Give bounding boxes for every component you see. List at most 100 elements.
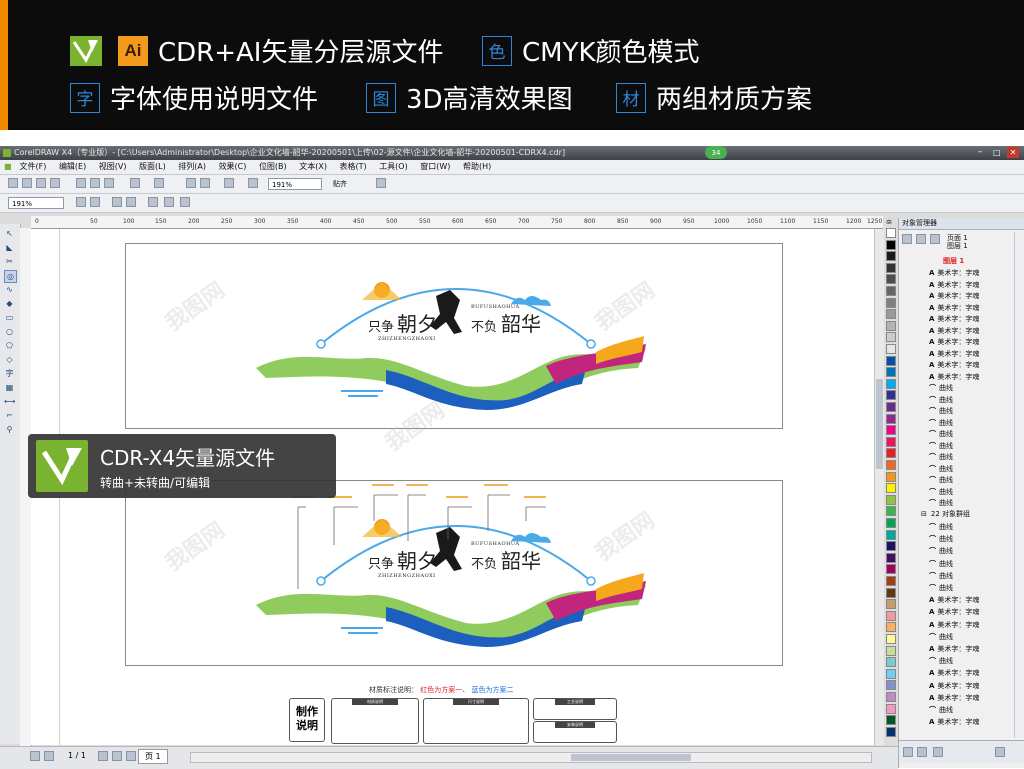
color-swatch[interactable] (886, 297, 896, 308)
object-row[interactable]: ⌒ 曲线 (929, 475, 953, 486)
object-row[interactable]: ⌒ 曲线 (929, 429, 953, 440)
object-row[interactable]: ⌒ 曲线 (929, 418, 953, 429)
polygon-tool-icon[interactable]: ⬠ (4, 340, 15, 351)
open-icon[interactable] (22, 178, 32, 188)
zoom-out-icon[interactable] (90, 197, 100, 207)
color-swatch[interactable] (886, 634, 896, 644)
menu-file[interactable]: 文件(F) (15, 160, 52, 174)
object-row[interactable]: ⌒ 曲线 (929, 546, 953, 557)
color-swatch[interactable] (886, 471, 896, 482)
color-swatch[interactable] (886, 645, 896, 656)
color-swatch[interactable] (886, 286, 896, 296)
print-icon[interactable] (50, 178, 60, 188)
object-row[interactable]: A 美术字：字魂 (929, 668, 979, 679)
color-swatch[interactable] (886, 413, 896, 424)
group-row[interactable]: ⊟ 22 对象群组 (921, 509, 970, 519)
maximize-icon[interactable]: □ (993, 148, 1003, 157)
color-swatch[interactable] (886, 390, 896, 401)
prev-page-icon[interactable] (44, 751, 54, 761)
zoom-all-icon[interactable] (126, 197, 136, 207)
scrollbar-thumb[interactable] (876, 379, 883, 469)
add-page-icon[interactable] (126, 751, 136, 761)
shape-tool-icon[interactable]: ◣ (4, 242, 15, 253)
menu-edit[interactable]: 编辑(E) (54, 160, 91, 174)
color-swatch[interactable] (886, 483, 896, 494)
color-swatch[interactable] (886, 332, 896, 343)
color-swatch[interactable] (886, 355, 896, 366)
copy-icon[interactable] (90, 178, 100, 188)
object-row[interactable]: ⌒ 曲线 (929, 452, 953, 463)
color-swatch[interactable] (886, 680, 896, 691)
collapse-icon[interactable]: ⊟ (921, 510, 927, 518)
color-swatch[interactable] (886, 506, 896, 517)
launcher-icon[interactable] (224, 178, 234, 188)
color-swatch[interactable] (886, 668, 896, 679)
basic-shapes-icon[interactable]: ◇ (4, 354, 15, 365)
save-icon[interactable] (36, 178, 46, 188)
cut-icon[interactable] (76, 178, 86, 188)
scrollbar-thumb[interactable] (571, 754, 691, 761)
color-swatch[interactable] (886, 320, 896, 331)
color-swatch[interactable] (886, 622, 896, 633)
color-swatch[interactable] (886, 367, 896, 378)
view-icon[interactable] (902, 234, 912, 244)
color-swatch[interactable] (886, 274, 896, 285)
new-master-layer-icon[interactable] (917, 747, 927, 757)
freehand-tool-icon[interactable]: ∿ (4, 284, 15, 295)
artboard-top[interactable]: 只争 朝夕 ZHIZHENGZHAOXI 不负 韶华 BUFUSHAOHUA (125, 243, 783, 429)
object-row[interactable]: ⌒ 曲线 (929, 464, 953, 475)
menu-table[interactable]: 表格(T) (335, 160, 372, 174)
color-swatch[interactable] (886, 436, 896, 447)
object-row[interactable]: ⌒ 曲线 (929, 705, 953, 716)
color-swatch[interactable] (886, 309, 896, 320)
object-row[interactable]: ⌒ 曲线 (929, 534, 953, 545)
layer-row[interactable]: 图层 1 (913, 256, 964, 266)
pick-tool-icon[interactable]: ↖ (4, 228, 15, 239)
options-icon[interactable] (376, 178, 386, 188)
color-swatch[interactable] (886, 460, 896, 470)
object-row[interactable]: A 美术字：字魂 (929, 337, 979, 348)
menu-view[interactable]: 视图(V) (94, 160, 132, 174)
crop-tool-icon[interactable]: ✂ (4, 256, 15, 267)
table-tool-icon[interactable]: ▦ (4, 382, 15, 393)
menu-arrange[interactable]: 排列(A) (173, 160, 211, 174)
color-swatch[interactable] (886, 494, 896, 505)
artboard-annotated[interactable]: 只争 朝夕 ZHIZHENGZHAOXI 不负 韶华 BUFUSHAOHUA (125, 480, 783, 666)
layer-manager-icon[interactable] (933, 747, 943, 757)
object-row[interactable]: A 美术字：字魂 (929, 349, 979, 360)
menu-tools[interactable]: 工具(O) (374, 160, 413, 174)
rectangle-tool-icon[interactable]: ▭ (4, 312, 15, 323)
object-row[interactable]: ⌒ 曲线 (929, 583, 953, 594)
next-page-icon[interactable] (98, 751, 108, 761)
menu-window[interactable]: 窗口(W) (415, 160, 455, 174)
object-row[interactable]: A 美术字：字魂 (929, 644, 979, 655)
object-row[interactable]: A 美术字：字魂 (929, 693, 979, 704)
color-swatch[interactable] (886, 610, 896, 621)
object-row[interactable]: A 美术字：字魂 (929, 360, 979, 371)
ellipse-tool-icon[interactable]: ○ (4, 326, 15, 337)
new-layer-icon[interactable] (903, 747, 913, 757)
eyedropper-icon[interactable]: ⚲ (4, 424, 15, 435)
object-row[interactable]: ⌒ 曲线 (929, 395, 953, 406)
object-row[interactable]: A 美术字：字魂 (929, 314, 979, 325)
connector-tool-icon[interactable]: ⌐ (4, 410, 15, 421)
object-row[interactable]: ⌒ 曲线 (929, 632, 953, 643)
color-swatch[interactable] (886, 344, 896, 354)
object-row[interactable]: ⌒ 曲线 (929, 487, 953, 498)
menu-text[interactable]: 文本(X) (294, 160, 332, 174)
object-row[interactable]: A 美术字：字魂 (929, 303, 979, 314)
object-row[interactable]: A 美术字：字魂 (929, 291, 979, 302)
object-row[interactable]: ⌒ 曲线 (929, 559, 953, 570)
color-swatch[interactable] (886, 657, 896, 668)
welcome-icon[interactable] (248, 178, 258, 188)
zoom-level-combo[interactable]: 191% (268, 178, 322, 190)
edit-layer-icon[interactable] (930, 234, 940, 244)
dimension-tool-icon[interactable]: ⟷ (4, 396, 15, 407)
zoom-level-input[interactable]: 191% (8, 197, 64, 209)
snap-to-dropdown[interactable]: 贴齐 (330, 178, 372, 190)
color-swatch[interactable] (886, 587, 896, 598)
menu-help[interactable]: 帮助(H) (458, 160, 496, 174)
zoom-in-icon[interactable] (76, 197, 86, 207)
color-swatch[interactable] (886, 529, 896, 540)
color-swatch[interactable] (886, 425, 896, 436)
